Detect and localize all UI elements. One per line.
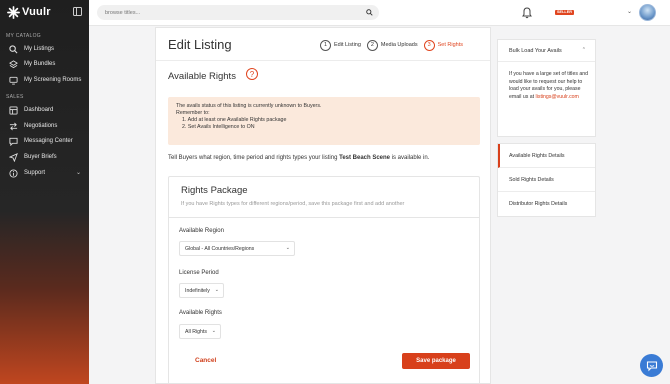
avatar[interactable] [639,4,656,21]
rights-package-card: Rights Package If you have Rights types … [168,176,480,384]
rights-package-header: Rights Package If you have Rights types … [169,177,479,218]
chevron-up-icon[interactable]: ⌃ [582,47,586,53]
page-title: Edit Listing [168,37,232,52]
rights-details-nav: Available Rights Details Sold Rights Det… [497,143,596,217]
rights-select[interactable]: All Rights ⌄ [179,324,221,339]
vuulr-logo-icon [7,6,20,19]
stepper: 1 Edit Listing 2 Media Uploads 3 Set Rig… [320,39,469,51]
sidebar-item-my-bundles[interactable]: My Bundles [0,57,89,71]
section-label-catalog: MY CATALOG [6,33,41,39]
rights-package-subtitle: If you have Rights types for different r… [181,201,405,207]
nav-distributor-rights-details[interactable]: Distributor Rights Details [498,192,595,216]
dashboard-icon [8,105,18,115]
listing-title: Test Beach Scene [339,155,391,161]
search-icon[interactable] [366,9,373,16]
arrows-icon [8,121,18,131]
sidebar-item-buyer-briefs[interactable]: Buyer Briefs [0,150,89,164]
step-number: 2 [366,39,378,51]
monitor-icon [8,75,18,85]
help-icon[interactable]: ? [246,68,258,80]
step-label: Edit Listing [334,42,361,48]
sidebar-item-my-listings[interactable]: My Listings [0,42,89,56]
bulk-load-header[interactable]: Bulk Load Your Avails ⌃ [498,40,595,62]
sidebar-item-label: Dashboard [24,107,54,113]
warning-line: The avails status of this listing is cur… [176,103,322,109]
chevron-down-icon[interactable]: ⌄ [627,8,632,15]
sidebar-item-label: Negotiations [24,123,58,129]
bell-icon[interactable] [522,7,532,19]
sidebar-item-label: Support [24,170,46,176]
search-box[interactable] [97,5,379,20]
sidebar-item-my-screening-rooms[interactable]: My Screening Rooms [0,73,89,87]
layers-icon [8,59,18,69]
divider [156,60,490,61]
period-select[interactable]: Indefinitely ⌄ [179,283,224,298]
bulk-load-panel: Bulk Load Your Avails ⌃ If you have a la… [497,39,596,137]
sidebar-item-support[interactable]: Support ⌄ [0,166,89,180]
chat-icon [646,360,657,371]
sidebar-item-messaging-center[interactable]: Messaging Center [0,134,89,148]
bulk-load-title: Bulk Load Your Avails [509,48,562,54]
brand-name: Vuulr [22,6,51,18]
sidebar-collapse-icon[interactable] [73,7,82,16]
info-icon [8,168,18,178]
sidebar-item-label: My Bundles [24,61,56,67]
region-value: Global - All Countries/Regions [185,245,255,252]
step-media-uploads[interactable]: 2 Media Uploads [366,39,418,51]
chevron-down-icon: ⌄ [211,328,216,334]
chevron-down-icon[interactable]: ⌄ [76,169,81,176]
rights-value: All Rights [185,328,207,335]
search-icon [8,44,18,54]
sidebar-item-dashboard[interactable]: Dashboard [0,103,89,117]
save-package-button[interactable]: Save package [402,353,470,369]
sidebar-item-label: My Listings [24,46,55,52]
rights-label: Available Rights [179,310,222,316]
rights-package-title: Rights Package [181,185,248,196]
step-label: Set Rights [437,42,463,48]
sidebar-item-label: Messaging Center [24,138,73,144]
bulk-load-text: If you have a large set of titles and wo… [509,71,589,101]
step-edit-listing[interactable]: 1 Edit Listing [320,39,361,51]
warning-item: 1. Add at least one Available Rights pac… [182,117,287,123]
sidebar-item-negotiations[interactable]: Negotiations [0,119,89,133]
chevron-down-icon: ⌄ [285,245,290,251]
section-label-sales: SALES [6,94,24,100]
sidebar: Vuulr MY CATALOG My Listings My Bundles … [0,0,89,384]
instructions-suffix: is available in. [390,155,430,161]
sidebar-item-label: Buyer Briefs [24,154,57,160]
warning-line: Remember to: [176,110,210,116]
nav-available-rights-details[interactable]: Available Rights Details [498,144,595,168]
chat-launcher-button[interactable] [640,354,663,377]
region-label: Available Region [179,228,224,234]
top-bar: SELLER ⌄ [89,0,670,26]
instructions-prefix: Tell Buyers what region, time period and… [168,155,340,161]
section-title: Available Rights [168,71,236,82]
sidebar-item-label: My Screening Rooms [24,77,82,83]
instructions-text: Tell Buyers what region, time period and… [168,155,429,161]
chat-icon [8,136,18,146]
period-label: License Period [179,270,219,276]
period-value: Indefinitely [185,287,210,294]
search-input[interactable] [105,7,355,18]
avails-warning: The avails status of this listing is cur… [168,97,480,145]
step-number: 1 [320,39,331,51]
warning-item: 2. Set Avails Intelligence to ON [182,124,255,130]
region-select[interactable]: Global - All Countries/Regions ⌄ [179,241,295,256]
brand-row: Vuulr [0,0,89,26]
chevron-down-icon: ⌄ [214,287,219,293]
step-label: Media Uploads [380,42,418,48]
nav-sold-rights-details[interactable]: Sold Rights Details [498,168,595,192]
step-number: 3 [423,39,435,51]
cancel-button[interactable]: Cancel [195,357,216,364]
support-email-link[interactable]: listings@vuulr.com [536,94,579,100]
step-set-rights[interactable]: 3 Set Rights [423,39,463,51]
role-badge: SELLER [555,10,574,15]
send-icon [8,152,18,162]
edit-listing-panel: Edit Listing 1 Edit Listing 2 Media Uplo… [155,27,491,384]
